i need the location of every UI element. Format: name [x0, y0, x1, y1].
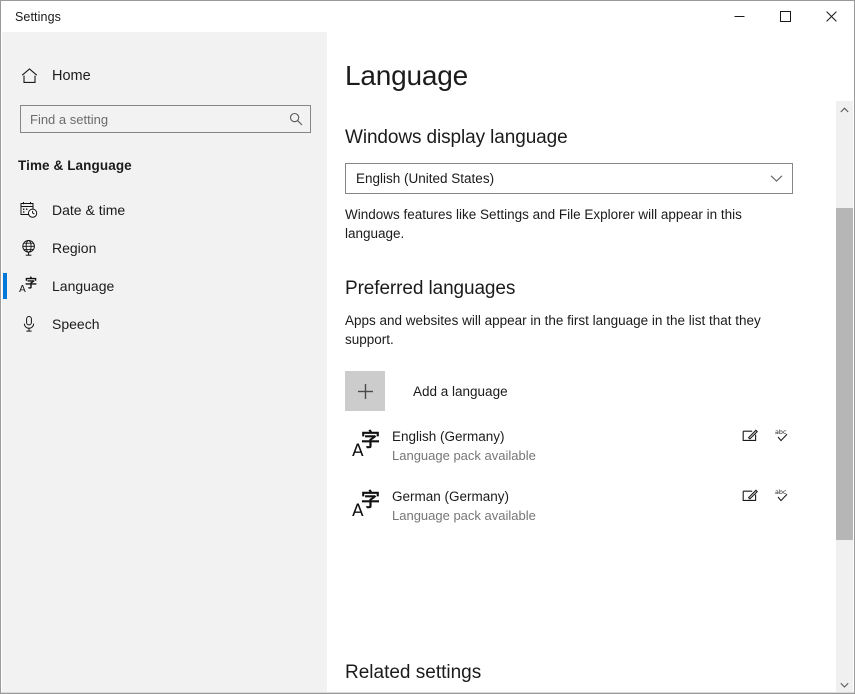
- bottom-divider: [1, 692, 854, 693]
- home-label: Home: [52, 68, 91, 84]
- language-icon-cjk: 字: [361, 489, 381, 511]
- list-item[interactable]: A 字 English (Germany) Language pack avai…: [345, 421, 793, 471]
- language-name: English (Germany): [392, 429, 505, 444]
- preferred-languages-heading: Preferred languages: [345, 278, 516, 299]
- language-status: Language pack available: [392, 508, 536, 523]
- search-input[interactable]: [21, 106, 282, 132]
- svg-text:abc: abc: [775, 488, 787, 496]
- globe-icon: [18, 239, 40, 257]
- plus-icon: [345, 371, 385, 411]
- list-item[interactable]: A 字 German (Germany) Language pack avail…: [345, 481, 793, 531]
- sidebar: Home Time & Language: [2, 32, 327, 693]
- minimize-button[interactable]: [716, 1, 762, 32]
- chevron-down-icon: [840, 682, 849, 688]
- sidebar-item-speech[interactable]: Speech: [2, 305, 327, 343]
- spellcheck-icon[interactable]: abc: [771, 484, 793, 506]
- sidebar-item-region[interactable]: Region: [2, 229, 327, 267]
- close-icon: [825, 11, 837, 22]
- home-icon: [18, 68, 40, 84]
- language-icon: A 字: [345, 489, 389, 520]
- scrollbar-thumb[interactable]: [836, 208, 853, 540]
- minimize-icon: [734, 16, 744, 17]
- display-language-heading: Windows display language: [345, 127, 568, 148]
- sidebar-item-language[interactable]: A 字 Language: [2, 267, 327, 305]
- language-icon-cjk: 字: [361, 429, 381, 451]
- close-button[interactable]: [808, 1, 854, 32]
- related-settings-heading: Related settings: [345, 662, 482, 683]
- sidebar-item-label: Date & time: [52, 202, 126, 218]
- language-name: German (Germany): [392, 489, 510, 504]
- language-row-actions: abc: [739, 484, 793, 506]
- chevron-down-icon: [770, 170, 783, 188]
- content-scrollbar[interactable]: [836, 101, 853, 693]
- sidebar-section-label: Time & Language: [18, 158, 132, 173]
- edit-icon[interactable]: [739, 484, 761, 506]
- language-icon-cjk: 字: [25, 276, 38, 290]
- search-box[interactable]: [20, 105, 311, 133]
- chevron-up-icon: [840, 106, 849, 112]
- sidebar-item-label: Speech: [52, 316, 100, 332]
- sidebar-nav-list: Date & time Region A 字 Language Speech: [2, 191, 327, 343]
- scroll-down-button[interactable]: [836, 676, 853, 693]
- selection-accent-bar: [3, 273, 7, 299]
- language-row-actions: abc: [739, 424, 793, 446]
- microphone-icon: [18, 315, 40, 333]
- sidebar-item-label: Region: [52, 240, 97, 256]
- search-icon[interactable]: [282, 106, 310, 132]
- add-language-button[interactable]: Add a language: [345, 371, 793, 411]
- maximize-button[interactable]: [762, 1, 808, 32]
- language-icon: A 字: [345, 429, 389, 460]
- preferred-languages-description: Apps and websites will appear in the fir…: [345, 313, 761, 347]
- settings-window: Settings Home Find a setting Time & Lang…: [0, 0, 855, 694]
- edit-icon[interactable]: [739, 424, 761, 446]
- svg-text:abc: abc: [775, 428, 787, 436]
- sidebar-item-date-time[interactable]: Date & time: [2, 191, 327, 229]
- sidebar-item-label: Language: [52, 278, 115, 294]
- title-bar: Settings: [1, 1, 854, 32]
- window-title: Settings: [15, 9, 61, 24]
- spellcheck-icon[interactable]: abc: [771, 424, 793, 446]
- language-icon: A 字: [18, 277, 40, 295]
- calendar-clock-icon: [18, 201, 40, 219]
- display-language-description: Windows features like Settings and File …: [345, 207, 742, 241]
- add-language-label: Add a language: [413, 383, 508, 399]
- display-language-dropdown[interactable]: English (United States): [345, 163, 793, 194]
- page-title: Language: [345, 60, 468, 91]
- maximize-icon: [779, 11, 791, 22]
- scroll-up-button[interactable]: [836, 101, 853, 118]
- content-pane: Language Windows display language Englis…: [327, 32, 829, 693]
- display-language-value: English (United States): [356, 171, 495, 186]
- caption-button-group: [716, 1, 854, 32]
- language-status: Language pack available: [392, 448, 536, 463]
- sidebar-item-home[interactable]: Home: [2, 59, 327, 93]
